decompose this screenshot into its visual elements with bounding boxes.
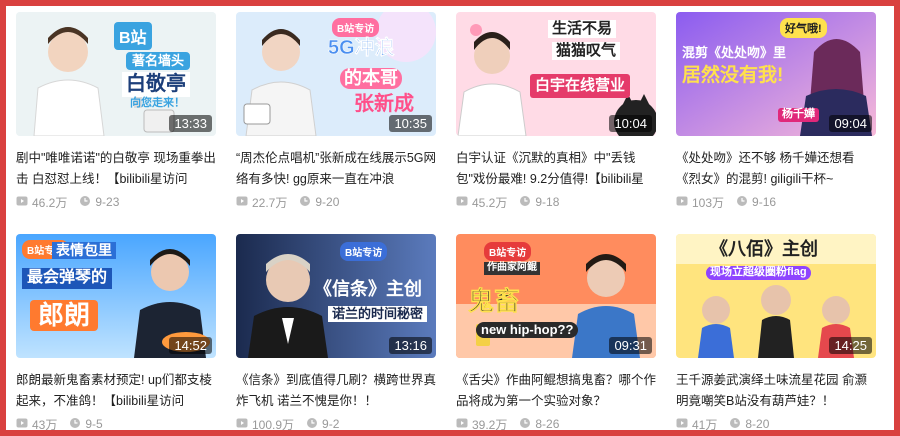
thumbnail-caption-2: 最会弹琴的 [22, 268, 113, 289]
clock-icon [729, 417, 741, 432]
play-count-icon [236, 417, 248, 432]
clock-icon [519, 195, 531, 210]
video-thumbnail[interactable]: B站 著名墙头 白敬亭 向您走来！ 13:33 [16, 12, 216, 136]
thumbnail-caption-1: 生活不易 [548, 20, 617, 38]
publish-date: 9-2 [322, 417, 340, 431]
video-duration: 13:33 [169, 115, 212, 132]
thumbnail-caption-2: 猫猫叹气 [552, 42, 621, 60]
video-card[interactable]: B站 著名墙头 白敬亭 向您走来！ 13:33 剧中"唯唯诺诺"的白敬亭 现场重… [16, 12, 216, 210]
play-count-icon [456, 195, 468, 210]
video-title[interactable]: “周杰伦点唱机”张新成在线展示5G网络有多快! gg原来一直在冲浪 [236, 148, 436, 190]
video-duration: 09:04 [829, 115, 872, 132]
clock-icon [306, 417, 318, 432]
view-count: 45.2万 [472, 195, 508, 210]
publish-date: 9-23 [95, 195, 120, 209]
video-duration: 10:04 [609, 115, 652, 132]
view-count: 46.2万 [32, 195, 68, 210]
clock-icon [299, 195, 311, 210]
thumbnail-caption-1: 《八佰》主创 [710, 239, 818, 259]
thumbnail-badge: B站专访 [332, 18, 380, 37]
view-count: 103万 [692, 195, 725, 210]
video-duration: 14:25 [829, 337, 872, 354]
play-count-icon [676, 195, 688, 210]
publish-date: 9-18 [535, 195, 560, 209]
play-count-icon [16, 417, 28, 432]
video-duration: 10:35 [389, 115, 432, 132]
thumbnail-caption-2: 的本哥 [340, 68, 402, 89]
play-count-icon [676, 417, 688, 432]
thumbnail-caption-2: new hip-hop?? [476, 322, 579, 338]
publish-date: 9-5 [85, 417, 103, 431]
video-card[interactable]: B站专访 表情包里 最会弹琴的 郎朗 14:52 郎朗最新鬼畜素材预定! up们… [16, 234, 216, 432]
thumbnail-caption-1: 鬼畜 [468, 286, 521, 316]
video-card[interactable]: B站专访 《信条》主创 诺兰的时间秘密 13:16 《信条》到底值得几刷？横跨世… [236, 234, 436, 432]
thumbnail-caption-3: 杨千嬅 [778, 108, 819, 122]
video-meta: 103万 9-16 [676, 195, 876, 210]
video-meta: 22.7万 9-20 [236, 195, 436, 210]
video-duration: 13:16 [389, 337, 432, 354]
view-count: 43万 [32, 417, 58, 432]
video-meta: 39.2万 8-26 [456, 417, 656, 432]
thumbnail-badge: B站 [114, 22, 152, 50]
video-card[interactable]: 《八佰》主创 现场立超级圈粉flag 14:25 王千源姜武演绎土味流星花园 俞… [676, 234, 876, 432]
video-thumbnail[interactable]: B站专访 《信条》主创 诺兰的时间秘密 13:16 [236, 234, 436, 358]
video-meta: 43万 9-5 [16, 417, 216, 432]
video-thumbnail[interactable]: 生活不易 猫猫叹气 白宇在线营业 10:04 [456, 12, 656, 136]
video-title[interactable]: 《舌尖》作曲阿鲲想搞鬼畜？哪个作品将成为第一个实验对象？ [456, 370, 656, 412]
video-title[interactable]: 白宇认证《沉默的真相》中"丢钱包"戏份最难! 9.2分值得!【bilibili星 [456, 148, 656, 190]
video-card[interactable]: 生活不易 猫猫叹气 白宇在线营业 10:04 白宇认证《沉默的真相》中"丢钱包"… [456, 12, 656, 210]
video-thumbnail[interactable]: 《八佰》主创 现场立超级圈粉flag 14:25 [676, 234, 876, 358]
video-thumbnail[interactable]: B站专访 5G冲浪 的本哥 张新成 10:35 [236, 12, 436, 136]
publish-date: 8-20 [745, 417, 770, 431]
video-meta: 41万 8-20 [676, 417, 876, 432]
video-thumbnail[interactable]: B站专访 作曲家阿鲲 鬼畜 new hip-hop?? 09:31 [456, 234, 656, 358]
play-count-icon [16, 195, 28, 210]
video-thumbnail[interactable]: 好气哦! 混剪《处处吻》里 居然没有我! 杨千嬅 09:04 [676, 12, 876, 136]
clock-icon [519, 417, 531, 432]
thumbnail-caption-3: 郎朗 [30, 300, 99, 332]
video-card[interactable]: B站专访 作曲家阿鲲 鬼畜 new hip-hop?? 09:31 《舌尖》作曲… [456, 234, 656, 432]
clock-icon [79, 195, 91, 210]
view-count: 39.2万 [472, 417, 508, 432]
thumbnail-caption-3: 张新成 [354, 93, 414, 115]
view-count: 22.7万 [252, 195, 288, 210]
thumbnail-caption-3: 作曲家阿鲲 [484, 262, 540, 275]
video-title[interactable]: 《处处吻》还不够 杨千嬅还想看《烈女》的混剪! giligili干杯~ [676, 148, 876, 190]
video-thumbnail[interactable]: B站专访 表情包里 最会弹琴的 郎朗 14:52 [16, 234, 216, 358]
thumbnail-caption-3: 白宇在线营业 [530, 74, 630, 98]
play-count-icon [236, 195, 248, 210]
video-meta: 46.2万 9-23 [16, 195, 216, 210]
thumbnail-badge: B站专访 [340, 242, 388, 261]
publish-date: 8-26 [535, 417, 560, 431]
play-count-icon [456, 417, 468, 432]
video-title[interactable]: 《信条》到底值得几刷？横跨世界真炸飞机 诺兰不愧是你！！ [236, 370, 436, 412]
thumbnail-caption-1: 混剪《处处吻》里 [682, 45, 787, 60]
thumbnail-caption-2: 居然没有我! [682, 65, 784, 86]
video-title[interactable]: 剧中"唯唯诺诺"的白敬亭 现场重拳出击 白怼怼上线！【bilibili星访问 [16, 148, 216, 190]
clock-icon [736, 195, 748, 210]
thumbnail-caption-1: 5G冲浪 [328, 37, 395, 59]
thumbnail-caption-1: 《信条》主创 [314, 279, 422, 299]
video-title[interactable]: 郎朗最新鬼畜素材预定! up们都支棱起来，不准鸽！【bilibili星访问 [16, 370, 216, 412]
video-meta: 100.9万 9-2 [236, 417, 436, 432]
thumbnail-badge: 好气哦! [780, 18, 827, 38]
publish-date: 9-20 [315, 195, 340, 209]
video-card[interactable]: 好气哦! 混剪《处处吻》里 居然没有我! 杨千嬅 09:04 《处处吻》还不够 … [676, 12, 876, 210]
thumbnail-caption-1: 表情包里 [52, 242, 116, 259]
publish-date: 9-16 [752, 195, 777, 209]
video-duration: 09:31 [609, 337, 652, 354]
video-meta: 45.2万 9-18 [456, 195, 656, 210]
video-card[interactable]: B站专访 5G冲浪 的本哥 张新成 10:35 “周杰伦点唱机”张新成在线展示5… [236, 12, 436, 210]
thumbnail-badge: B站专访 [484, 242, 532, 261]
thumbnail-caption-2: 白敬亭 [122, 72, 190, 97]
thumbnail-caption-2: 现场立超级圈粉flag [706, 266, 811, 280]
video-duration: 14:52 [169, 337, 212, 354]
thumbnail-caption-1: 著名墙头 [126, 52, 191, 70]
view-count: 100.9万 [252, 417, 295, 432]
clock-icon [69, 417, 81, 432]
video-title[interactable]: 王千源姜武演绎土味流星花园 俞灏明竟嘲笑B站没有葫芦娃？！ [676, 370, 876, 412]
thumbnail-caption-2: 诺兰的时间秘密 [328, 306, 428, 322]
view-count: 41万 [692, 417, 718, 432]
thumbnail-caption-3: 向您走来！ [130, 97, 185, 109]
